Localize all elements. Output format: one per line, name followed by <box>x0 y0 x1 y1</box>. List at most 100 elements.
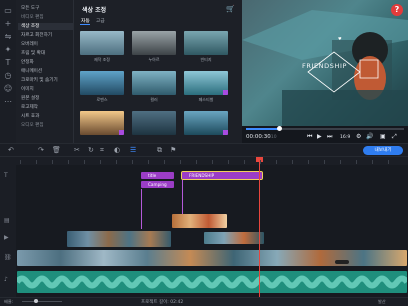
preset-thumbnail[interactable] <box>132 111 176 135</box>
flag-icon[interactable]: ⚑ <box>170 146 176 154</box>
skip-end-icon[interactable]: ⏭ <box>327 133 332 141</box>
zoom-slider[interactable] <box>22 301 62 302</box>
audio-track[interactable] <box>17 271 407 293</box>
ruler-tick <box>20 160 21 164</box>
tool-item[interactable]: 안정화 <box>21 59 34 65</box>
transition-marker[interactable] <box>335 260 349 264</box>
ruler-tick <box>132 160 133 164</box>
time-current: 00:00:30 <box>246 134 271 140</box>
ruler-tick <box>36 160 37 164</box>
sticker-icon[interactable]: ☺ <box>3 84 13 94</box>
plus-icon[interactable]: + <box>3 19 13 29</box>
overlay-clip[interactable] <box>204 232 264 244</box>
help-icon[interactable]: ? <box>391 4 403 16</box>
preset-thumbnail[interactable] <box>132 31 176 55</box>
preset-label: 누아르 <box>148 57 160 62</box>
color-icon[interactable]: ◐ <box>114 146 120 154</box>
fullscreen-icon[interactable]: ⤢ <box>392 133 397 141</box>
text-icon[interactable]: T <box>3 58 13 68</box>
preset-label: 페스티벌 <box>198 97 214 102</box>
crop-icon[interactable]: ⌗ <box>100 146 104 155</box>
ruler-tick <box>100 160 101 164</box>
video-clip[interactable] <box>67 231 171 247</box>
tab-auto[interactable]: 자동 <box>81 17 90 24</box>
main-video-track[interactable] <box>17 250 407 266</box>
ruler-tick <box>180 160 181 164</box>
panel-title: 색상 조정 <box>82 7 107 14</box>
ruler-tick <box>356 160 357 164</box>
redo-icon[interactable]: ↷ <box>38 146 44 154</box>
zoom-knob[interactable] <box>34 299 38 303</box>
volume-icon[interactable]: 🔊 <box>366 133 373 140</box>
ruler-tick <box>116 160 117 164</box>
seek-progress <box>246 128 280 130</box>
ruler-tick <box>212 160 213 164</box>
aspect-ratio[interactable]: 16:9 <box>340 135 350 140</box>
preset-thumbnail[interactable] <box>80 71 124 95</box>
link-track-icon: ⛓ <box>4 254 12 261</box>
tool-item[interactable]: 크로마키 및 숨기기 <box>21 77 58 83</box>
delete-icon[interactable]: 🗑 <box>52 146 61 154</box>
ruler-tick <box>340 160 341 164</box>
preset-thumbnail[interactable] <box>184 71 228 95</box>
tool-item[interactable]: 애니메이션 <box>21 68 42 74</box>
tab-advanced[interactable]: 고급 <box>96 17 105 24</box>
cart-icon[interactable]: 🛒 <box>226 5 235 13</box>
preset-thumbnail[interactable] <box>80 31 124 55</box>
rotate-icon[interactable]: ↻ <box>88 146 94 154</box>
premium-badge <box>223 130 228 135</box>
clock-icon[interactable]: ◷ <box>3 71 13 81</box>
ruler-tick <box>196 160 197 164</box>
color-adjust-panel: 색상 조정 🛒 자동 고급 제작 조정 누아르 빈티지 로맨스 컬러 페스티벌 <box>74 0 242 143</box>
playhead[interactable] <box>259 157 260 297</box>
export-button[interactable]: 내보내기 <box>363 146 403 155</box>
snapshot-icon[interactable]: ▣ <box>380 133 386 140</box>
magic-icon[interactable]: ✦ <box>3 45 13 55</box>
file-icon[interactable]: ▭ <box>3 6 13 16</box>
preset-thumbnail[interactable] <box>184 31 228 55</box>
tool-item[interactable]: 이미지 <box>21 86 34 92</box>
tool-item[interactable]: 원본 설정 <box>21 95 39 101</box>
tab-indicator <box>80 24 90 25</box>
preset-label: 컬러 <box>150 97 158 102</box>
ruler-tick <box>84 160 85 164</box>
transition-icon[interactable]: ⇋ <box>3 32 13 42</box>
preset-thumbnail[interactable] <box>184 111 228 135</box>
ruler-tick <box>164 160 165 164</box>
skip-start-icon[interactable]: ⏮ <box>307 133 312 141</box>
tool-item[interactable]: 오디오 편집 <box>21 122 44 128</box>
ruler-tick <box>244 160 245 164</box>
title-link-line <box>182 180 183 215</box>
ruler-tick <box>292 160 293 164</box>
time-frames: 210 <box>268 135 277 140</box>
settings-icon[interactable]: ⚙ <box>356 133 361 140</box>
marker-icon[interactable]: ⧉ <box>157 146 162 155</box>
undo-icon[interactable]: ↶ <box>8 146 14 154</box>
premium-badge <box>223 90 228 95</box>
cut-icon[interactable]: ✂ <box>74 146 80 154</box>
preset-thumbnail[interactable] <box>132 71 176 95</box>
tool-item[interactable]: 로고제작 <box>21 104 38 110</box>
tool-item[interactable]: 오버레이 <box>21 41 38 47</box>
overlay-track-icon: ▤ <box>4 217 10 224</box>
more-icon[interactable]: ⋯ <box>3 97 13 107</box>
tool-item[interactable]: 흐림 및 확대 <box>21 50 45 56</box>
ruler-tick <box>52 160 53 164</box>
ruler-tick <box>388 160 389 164</box>
ruler-tick <box>372 160 373 164</box>
ruler-tick <box>68 160 69 164</box>
tools-heading: 모든 도구 <box>21 6 40 11</box>
title-clip[interactable]: title <box>141 172 174 179</box>
title-clip-friendship[interactable]: FRIENDSHIP <box>181 171 263 180</box>
preset-label: 로맨스 <box>96 97 108 102</box>
preset-thumbnail[interactable] <box>80 111 124 135</box>
adjust-icon[interactable]: ☰ <box>130 146 136 154</box>
overlay-clip[interactable] <box>172 214 227 228</box>
svg-text:♥: ♥ <box>338 36 342 41</box>
tool-item[interactable]: 시트 효과 <box>21 113 39 119</box>
tool-item[interactable]: 색상 조정 <box>18 23 73 30</box>
tool-item[interactable]: 비디오 편집 <box>21 14 44 20</box>
title-clip-camping[interactable]: Camping <box>141 181 174 188</box>
play-icon[interactable]: ▶ <box>317 133 322 140</box>
tool-item[interactable]: 자르고 회전하기 <box>21 32 52 38</box>
